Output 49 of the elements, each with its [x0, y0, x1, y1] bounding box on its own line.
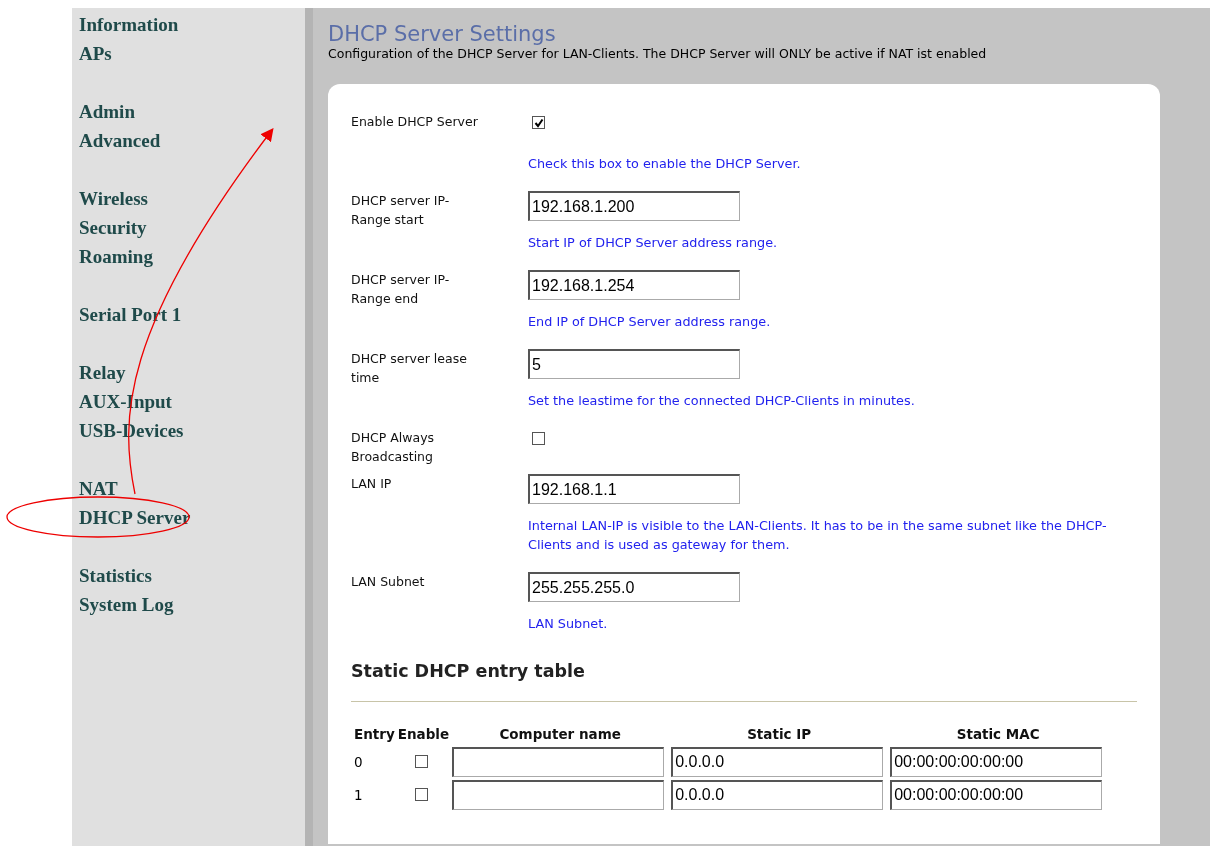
hint-text: Check this box to enable the DHCP Server. [528, 155, 802, 173]
column-header: Computer name [498, 726, 622, 744]
field-label: LAN Subnet [351, 573, 426, 591]
page-title: DHCP Server Settings [328, 22, 556, 46]
checkbox[interactable] [532, 116, 545, 129]
field-label: LAN IP [351, 475, 393, 493]
entry-number: 0 [354, 752, 364, 772]
sidebar-link[interactable]: Advanced [79, 126, 161, 155]
column-header: Entry [354, 726, 398, 746]
sidebar-link[interactable]: Statistics [79, 561, 152, 590]
sidebar-link[interactable]: Security [79, 213, 147, 242]
sidebar-link[interactable]: System Log [79, 590, 174, 619]
input-field[interactable]: 5 [528, 349, 740, 379]
input-field[interactable] [452, 779, 665, 810]
checkbox[interactable] [415, 755, 429, 768]
sidebar-link[interactable]: Admin [79, 97, 135, 126]
checkbox[interactable] [415, 788, 429, 801]
column-header: Enable [397, 726, 451, 744]
column-header: Static IP [746, 726, 813, 744]
field-label: DHCP server IP-Range end [351, 271, 451, 308]
section-heading: Static DHCP entry table [351, 661, 585, 681]
sidebar-link[interactable]: NAT [79, 474, 118, 503]
input-field[interactable]: 0.0.0.0 [671, 779, 884, 810]
field-label: Enable DHCP Server [351, 113, 479, 131]
field-label: DHCP Always Broadcasting [351, 429, 436, 466]
hint-text: LAN Subnet. [528, 615, 609, 633]
input-field[interactable]: 192.168.1.1 [528, 474, 740, 504]
column-header: Static MAC [955, 726, 1041, 744]
field-label: DHCP server lease time [351, 350, 468, 387]
input-field[interactable]: 255.255.255.0 [528, 572, 740, 602]
input-field[interactable]: 192.168.1.200 [528, 191, 740, 221]
field-label: DHCP server IP-Range start [351, 192, 451, 229]
input-field[interactable]: 00:00:00:00:00:00 [890, 779, 1103, 810]
sidebar-link[interactable]: Information [79, 10, 179, 39]
hint-text: Start IP of DHCP Server address range. [528, 234, 779, 252]
hint-text: End IP of DHCP Server address range. [528, 313, 772, 331]
input-field[interactable]: 192.168.1.254 [528, 270, 740, 300]
page-description: Configuration of the DHCP Server for LAN-Clients. The DHCP Server will ONLY be active if NAT ist enabled [328, 46, 988, 62]
input-field[interactable] [452, 746, 665, 777]
sidebar-link[interactable]: Wireless [79, 184, 148, 213]
entry-number: 1 [354, 785, 364, 805]
hint-text: Set the leastime for the connected DHCP-Clients in minutes. [528, 392, 916, 410]
hint-text: Internal LAN-IP is visible to the LAN-Clients. It has to be in the same subnet like the DHCP-Clients and is used as gateway for them. [528, 517, 1108, 554]
input-field[interactable]: 0.0.0.0 [671, 746, 884, 777]
sidebar-link[interactable]: Roaming [79, 242, 153, 271]
sidebar-link[interactable]: Relay [79, 358, 126, 387]
sidebar-link[interactable]: APs [79, 39, 112, 68]
input-field[interactable]: 00:00:00:00:00:00 [890, 746, 1103, 777]
checkbox[interactable] [532, 432, 545, 445]
